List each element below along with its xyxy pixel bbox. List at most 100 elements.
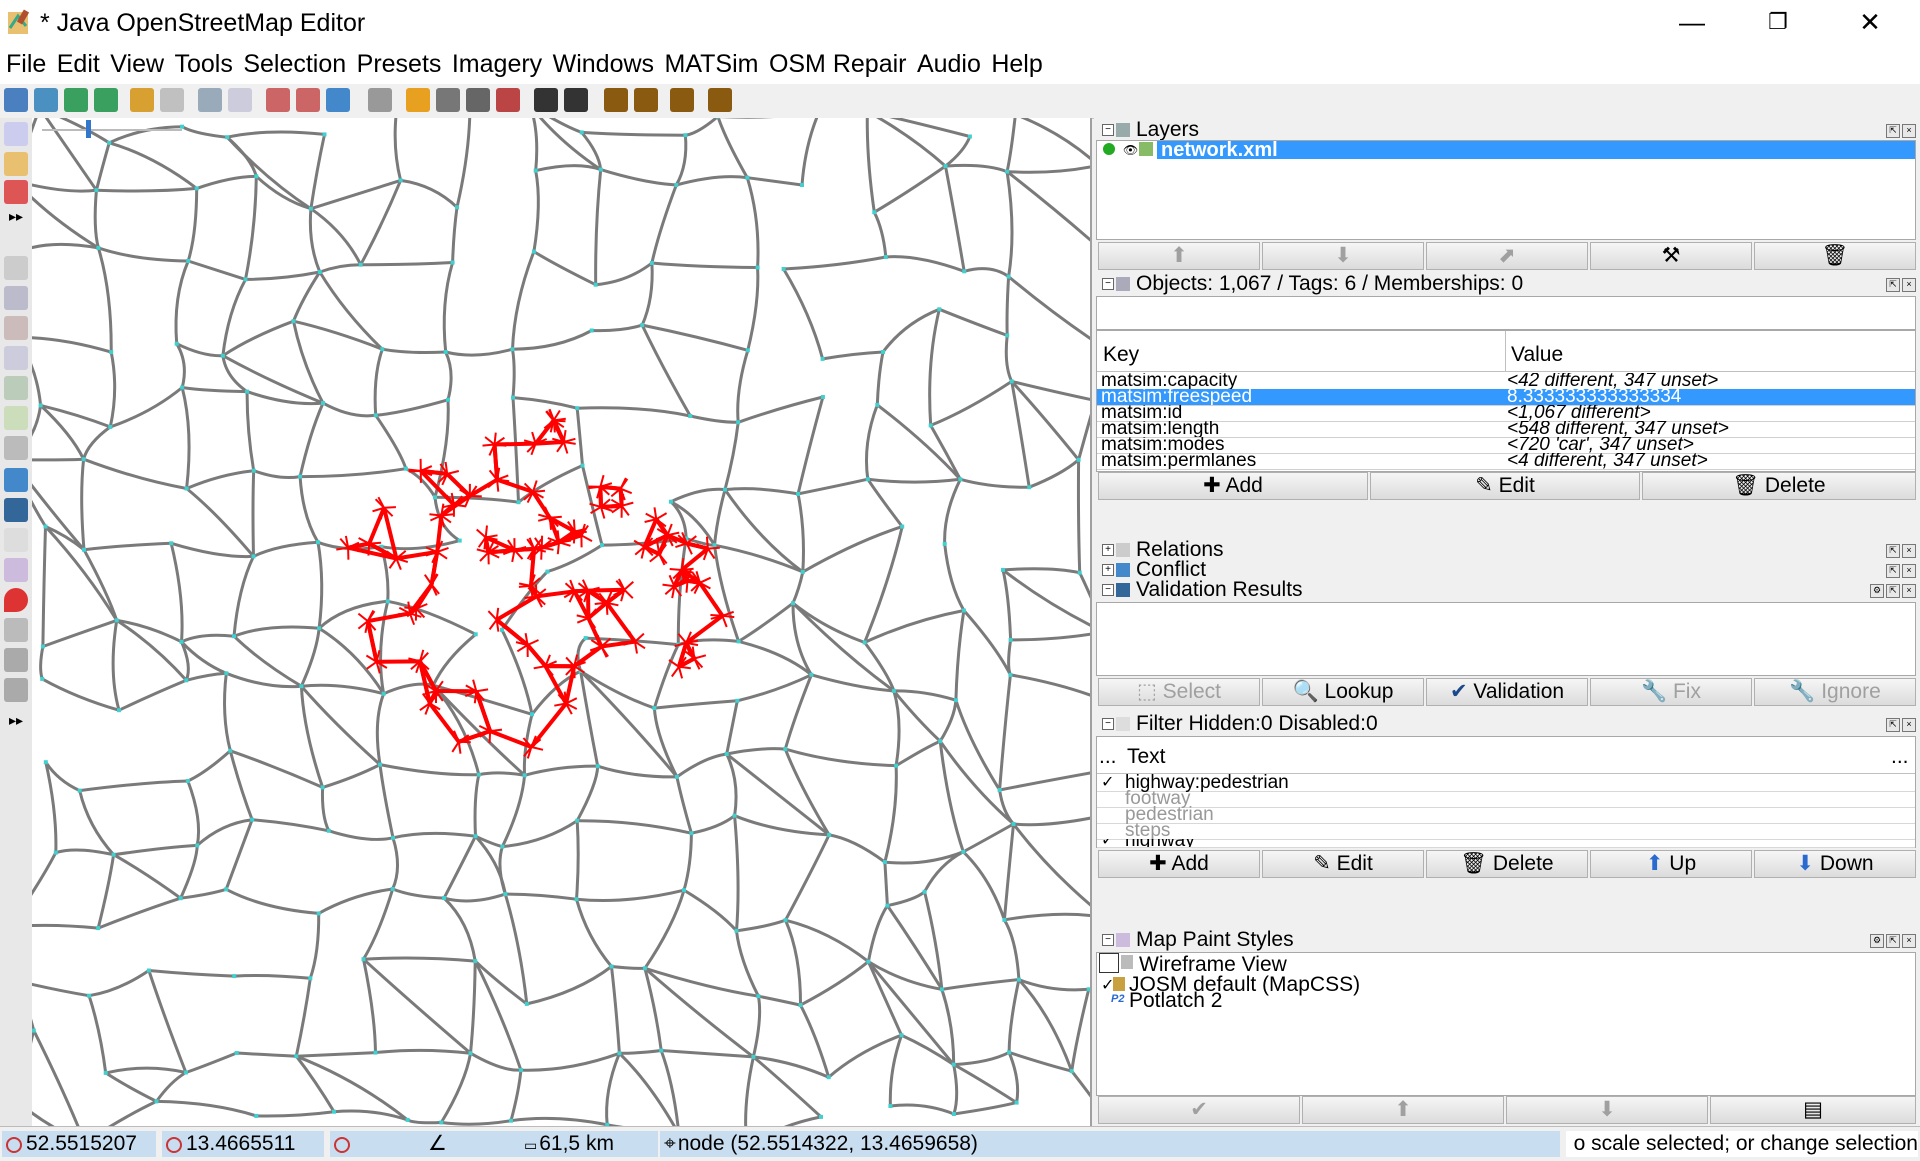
road-segment[interactable] [237, 1053, 297, 1056]
road-segment[interactable] [318, 542, 322, 628]
road-segment[interactable] [441, 1053, 470, 1122]
road-segment[interactable] [444, 898, 475, 961]
road-segment[interactable] [885, 766, 896, 862]
network-node[interactable] [751, 1055, 755, 1059]
minimize-button[interactable]: — [1664, 4, 1720, 40]
road-segment[interactable] [960, 479, 1029, 487]
road-segment[interactable] [294, 272, 320, 321]
road-segment[interactable] [377, 694, 383, 765]
network-node[interactable] [96, 926, 100, 930]
selected-link[interactable] [495, 445, 498, 480]
road-segment[interactable] [530, 118, 582, 132]
network-node[interactable] [244, 277, 248, 281]
road-segment[interactable] [329, 831, 393, 840]
road-segment[interactable] [32, 925, 98, 928]
network-node[interactable] [451, 261, 455, 265]
road-segment[interactable] [601, 170, 677, 185]
network-node[interactable] [380, 347, 384, 351]
road-segment[interactable] [890, 1105, 954, 1114]
filter-toggle-icon[interactable] [4, 528, 28, 552]
road-segment[interactable] [408, 1120, 442, 1123]
layer-name[interactable]: network.xml [1157, 141, 1915, 159]
road-segment[interactable] [296, 978, 310, 1056]
network-node[interactable] [374, 413, 378, 417]
network-node[interactable] [1087, 987, 1090, 991]
road-segment[interactable] [41, 647, 43, 679]
road-segment[interactable] [956, 611, 964, 701]
road-segment[interactable] [685, 118, 718, 135]
network-node[interactable] [900, 1033, 904, 1037]
menu-file[interactable]: File [0, 46, 46, 79]
road-segment[interactable] [247, 392, 254, 471]
network-node[interactable] [745, 176, 749, 180]
network-node[interactable] [109, 350, 113, 354]
road-segment[interactable] [511, 1070, 521, 1121]
restore-button[interactable]: ❐ [1750, 4, 1806, 40]
network-node[interactable] [1008, 673, 1012, 677]
road-segment[interactable] [1009, 277, 1090, 344]
road-segment[interactable] [521, 1053, 620, 1070]
network-node[interactable] [228, 749, 232, 753]
road-segment[interactable] [1007, 118, 1015, 172]
network-node[interactable] [299, 684, 303, 688]
warning-icon[interactable] [604, 88, 628, 112]
road-segment[interactable] [785, 749, 896, 766]
network-node[interactable] [929, 423, 933, 427]
network-node[interactable] [469, 1051, 473, 1055]
style-row[interactable]: Wireframe View [1097, 953, 1915, 975]
network-node[interactable] [94, 188, 98, 192]
road-segment[interactable] [114, 845, 198, 854]
menu-tools[interactable]: Tools [169, 46, 233, 79]
restaurant-icon[interactable] [634, 88, 658, 112]
road-segment[interactable] [181, 889, 227, 898]
network-node[interactable] [735, 699, 739, 703]
network-node[interactable] [1005, 170, 1009, 174]
road-segment[interactable] [868, 906, 887, 962]
road-segment[interactable] [106, 1068, 186, 1073]
menu-edit[interactable]: Edit [51, 46, 100, 79]
road-segment[interactable] [32, 460, 84, 550]
network-node[interactable] [962, 609, 966, 613]
road-segment[interactable] [376, 400, 448, 416]
network-node[interactable] [575, 897, 579, 901]
lookup-button[interactable]: 🔍 Lookup [1262, 678, 1424, 706]
road-segment[interactable] [1007, 165, 1090, 172]
road-segment[interactable] [954, 1065, 1017, 1103]
split-way-icon[interactable] [266, 88, 290, 112]
network-node[interactable] [580, 130, 584, 134]
road-segment[interactable] [1072, 1071, 1090, 1126]
road-segment[interactable] [868, 479, 902, 526]
network-node[interactable] [477, 773, 481, 777]
road-segment[interactable] [457, 118, 470, 207]
road-segment[interactable] [801, 962, 869, 1006]
conflict-header[interactable]: + Conflict ⇱ × [1096, 560, 1918, 580]
barrier-icon[interactable] [496, 88, 520, 112]
road-segment[interactable] [294, 321, 324, 403]
road-segment[interactable] [725, 490, 803, 572]
road-segment[interactable] [536, 166, 601, 171]
network-node[interactable] [309, 207, 313, 211]
checkbox-icon[interactable] [1099, 953, 1119, 973]
road-segment[interactable] [946, 166, 965, 271]
road-segment[interactable] [96, 188, 196, 191]
menu-presets[interactable]: Presets [351, 46, 442, 79]
filter-header[interactable]: − Filter Hidden:0 Disabled:0 ⇱ × [1096, 714, 1918, 734]
road-segment[interactable] [471, 1053, 521, 1070]
road-segment[interactable] [596, 263, 652, 285]
network-node[interactable] [596, 764, 600, 768]
matsim-tool-icon-3[interactable] [4, 678, 28, 702]
road-segment[interactable] [865, 642, 894, 691]
road-segment[interactable] [1079, 401, 1090, 460]
road-segment[interactable] [607, 1053, 620, 1125]
road-segment[interactable] [149, 971, 234, 977]
menu-windows[interactable]: Windows [547, 46, 654, 79]
road-segment[interactable] [322, 787, 328, 830]
network-node[interactable] [503, 892, 507, 896]
road-segment[interactable] [786, 920, 869, 961]
road-segment[interactable] [868, 479, 961, 482]
network-node[interactable] [474, 632, 478, 636]
factory-icon[interactable] [708, 88, 732, 112]
road-segment[interactable] [300, 403, 323, 477]
road-segment[interactable] [182, 127, 227, 138]
network-node[interactable] [1017, 978, 1021, 982]
